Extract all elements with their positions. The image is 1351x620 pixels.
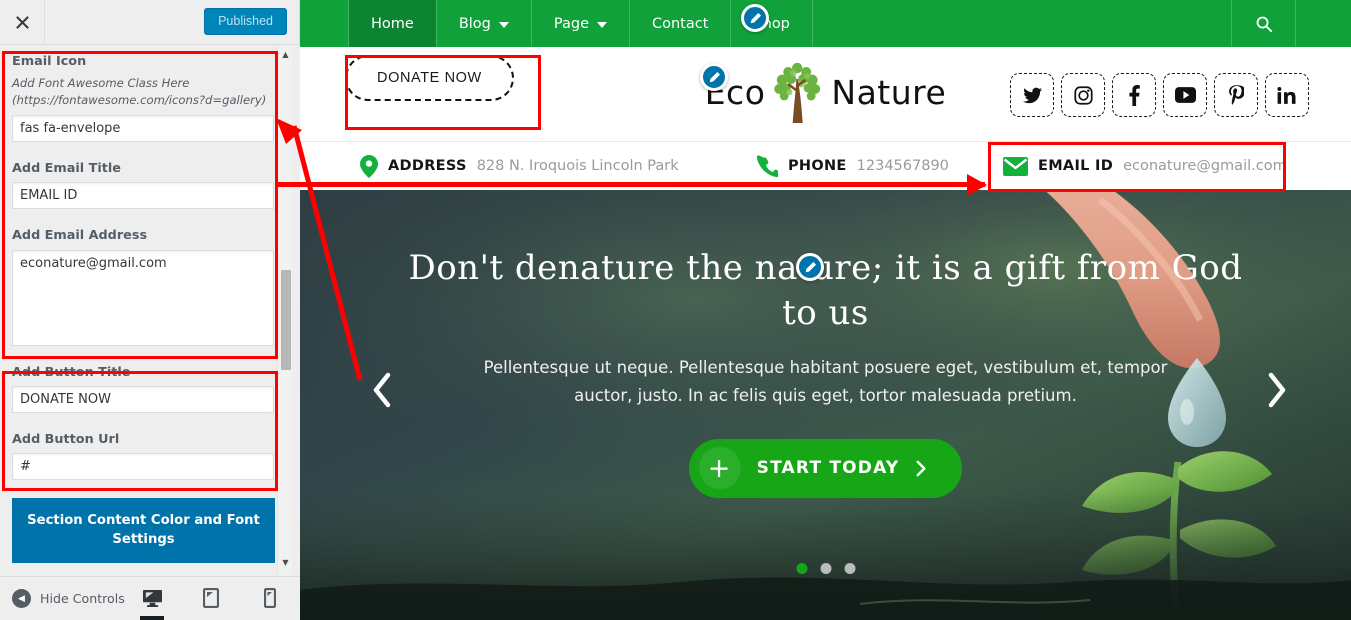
desktop-preview-button[interactable] <box>132 576 172 620</box>
chevron-right-icon <box>916 460 926 476</box>
envelope-icon <box>1003 156 1028 176</box>
field-button-url: Add Button Url <box>0 423 286 490</box>
phone-icon <box>756 155 778 177</box>
desktop-icon <box>142 589 162 607</box>
slider-dots <box>796 563 855 574</box>
customizer-scroll-area: Email Icon Add Font Awesome Class Here (… <box>0 45 300 576</box>
email-title-input[interactable] <box>12 182 274 210</box>
tablet-preview-button[interactable] <box>191 576 231 620</box>
nav-item-page[interactable]: Page <box>530 0 630 47</box>
nav-item-contact[interactable]: Contact <box>629 0 732 47</box>
chevron-right-icon <box>1268 372 1286 408</box>
mobile-icon <box>264 588 276 608</box>
section-content-color-font-settings-button[interactable]: Section Content Color and Font Settings <box>12 498 275 563</box>
edit-pencil-icon-hero[interactable] <box>796 253 824 281</box>
search-icon[interactable] <box>1231 0 1296 47</box>
customizer-topbar: Published <box>0 0 299 45</box>
slider-prev-button[interactable] <box>370 372 394 418</box>
site-navigation: Home Blog Page Contact Shop <box>300 0 1351 47</box>
field-button-title: Add Button Title <box>0 356 286 423</box>
linkedin-icon[interactable] <box>1265 73 1309 117</box>
plus-icon: + <box>698 447 741 489</box>
nav-right-group <box>1231 0 1351 47</box>
site-preview: Home Blog Page Contact Shop DONATE NOW E… <box>300 0 1351 620</box>
slider-next-button[interactable] <box>1265 372 1289 418</box>
nav-item-blog[interactable]: Blog <box>435 0 532 47</box>
hero-subtitle: Pellentesque ut neque. Pellentesque habi… <box>483 357 1168 406</box>
twitter-icon[interactable] <box>1010 73 1054 117</box>
pinterest-icon[interactable] <box>1214 73 1258 117</box>
button-title-input[interactable] <box>12 385 274 413</box>
location-pin-icon <box>360 154 378 178</box>
hero-content: Don't denature the nature; it is a gift … <box>300 190 1351 620</box>
social-links <box>1010 73 1309 117</box>
button-url-input[interactable] <box>12 453 274 481</box>
hide-controls-label: Hide Controls <box>40 591 125 606</box>
facebook-icon[interactable] <box>1112 73 1156 117</box>
edit-pencil-icon-logo[interactable] <box>700 63 728 91</box>
nav-item-label: Blog <box>458 15 491 32</box>
chevron-down-icon <box>597 21 607 28</box>
email-address-label: Add Email Address <box>12 228 148 244</box>
customizer-scrollbar[interactable]: ▲ ▼ <box>277 45 292 576</box>
contact-phone: PHONE 1234567890 <box>756 155 949 177</box>
field-email-icon: Email Icon Add Font Awesome Class Here (… <box>0 45 286 152</box>
publish-button[interactable]: Published <box>204 8 287 35</box>
email-icon-input[interactable] <box>12 115 274 143</box>
phone-value: 1234567890 <box>856 158 949 174</box>
contact-email: EMAIL ID econature@gmail.com <box>1003 156 1287 176</box>
address-label: ADDRESS <box>388 158 467 174</box>
email-icon-help-text: Add Font Awesome Class Here (https://fon… <box>12 76 267 107</box>
email-address-textarea[interactable]: econature@gmail.com <box>12 249 274 346</box>
chevron-down-icon <box>498 21 509 28</box>
chevron-left-icon <box>373 372 391 408</box>
button-url-label: Add Button Url <box>12 431 120 447</box>
field-email-address: Add Email Address econature@gmail.com <box>0 219 286 355</box>
phone-label: PHONE <box>788 158 847 174</box>
hero-title: Don't denature the nature; it is a gift … <box>408 248 1243 333</box>
nav-right-spacer <box>1296 0 1351 47</box>
youtube-icon[interactable] <box>1163 73 1207 117</box>
edit-pencil-icon-menu[interactable] <box>741 4 769 32</box>
customizer-footer: ◀ Hide Controls <box>0 576 300 620</box>
address-value: 828 N. Iroquois Lincoln Park <box>476 158 679 174</box>
nav-item-home[interactable]: Home <box>348 0 437 47</box>
branding-row: DONATE NOW Eco Nature <box>300 47 1351 142</box>
start-today-button[interactable]: + START TODAY <box>688 438 963 498</box>
email-title-label: Add Email Title <box>12 161 121 177</box>
site-logo[interactable]: Eco Nature <box>705 59 947 125</box>
slider-dot-2[interactable] <box>820 563 831 574</box>
device-preview-buttons <box>132 576 290 620</box>
scroll-down-arrow-icon[interactable]: ▼ <box>278 555 293 570</box>
tablet-icon <box>203 588 219 608</box>
nav-item-label: Page <box>553 15 589 32</box>
scroll-up-arrow-icon[interactable]: ▲ <box>278 47 293 62</box>
start-today-label: START TODAY <box>756 458 900 478</box>
nav-left-spacer <box>300 0 348 47</box>
slider-dot-1[interactable] <box>796 563 807 574</box>
scrollbar-thumb[interactable] <box>281 270 291 370</box>
tree-logo-icon <box>774 62 821 123</box>
instagram-icon[interactable] <box>1061 73 1105 117</box>
hero-slider: Don't denature the nature; it is a gift … <box>300 190 1351 620</box>
nav-item-label: Home <box>371 15 414 32</box>
wordpress-customizer-panel: Published Email Icon Add Font Awesome Cl… <box>0 0 300 620</box>
contact-info-strip: ADDRESS 828 N. Iroquois Lincoln Park PHO… <box>300 142 1351 190</box>
logo-text-nature: Nature <box>831 72 947 112</box>
email-value: econature@gmail.com <box>1123 158 1287 174</box>
slider-dot-3[interactable] <box>844 563 855 574</box>
customizer-screen: Published Email Icon Add Font Awesome Cl… <box>0 0 1351 620</box>
hide-controls-button[interactable]: ◀ Hide Controls <box>12 589 125 608</box>
email-icon-label: Email Icon <box>12 54 87 69</box>
chevron-left-icon: ◀ <box>12 589 31 608</box>
email-label: EMAIL ID <box>1038 158 1114 174</box>
field-email-title: Add Email Title <box>0 152 286 219</box>
contact-address: ADDRESS 828 N. Iroquois Lincoln Park <box>360 154 679 178</box>
close-icon[interactable] <box>0 0 45 45</box>
mobile-preview-button[interactable] <box>250 576 290 620</box>
nav-item-label: Contact <box>652 15 709 32</box>
donate-now-button[interactable]: DONATE NOW <box>345 55 514 101</box>
donate-button-wrapper: DONATE NOW <box>345 55 514 101</box>
button-title-label: Add Button Title <box>12 364 131 380</box>
